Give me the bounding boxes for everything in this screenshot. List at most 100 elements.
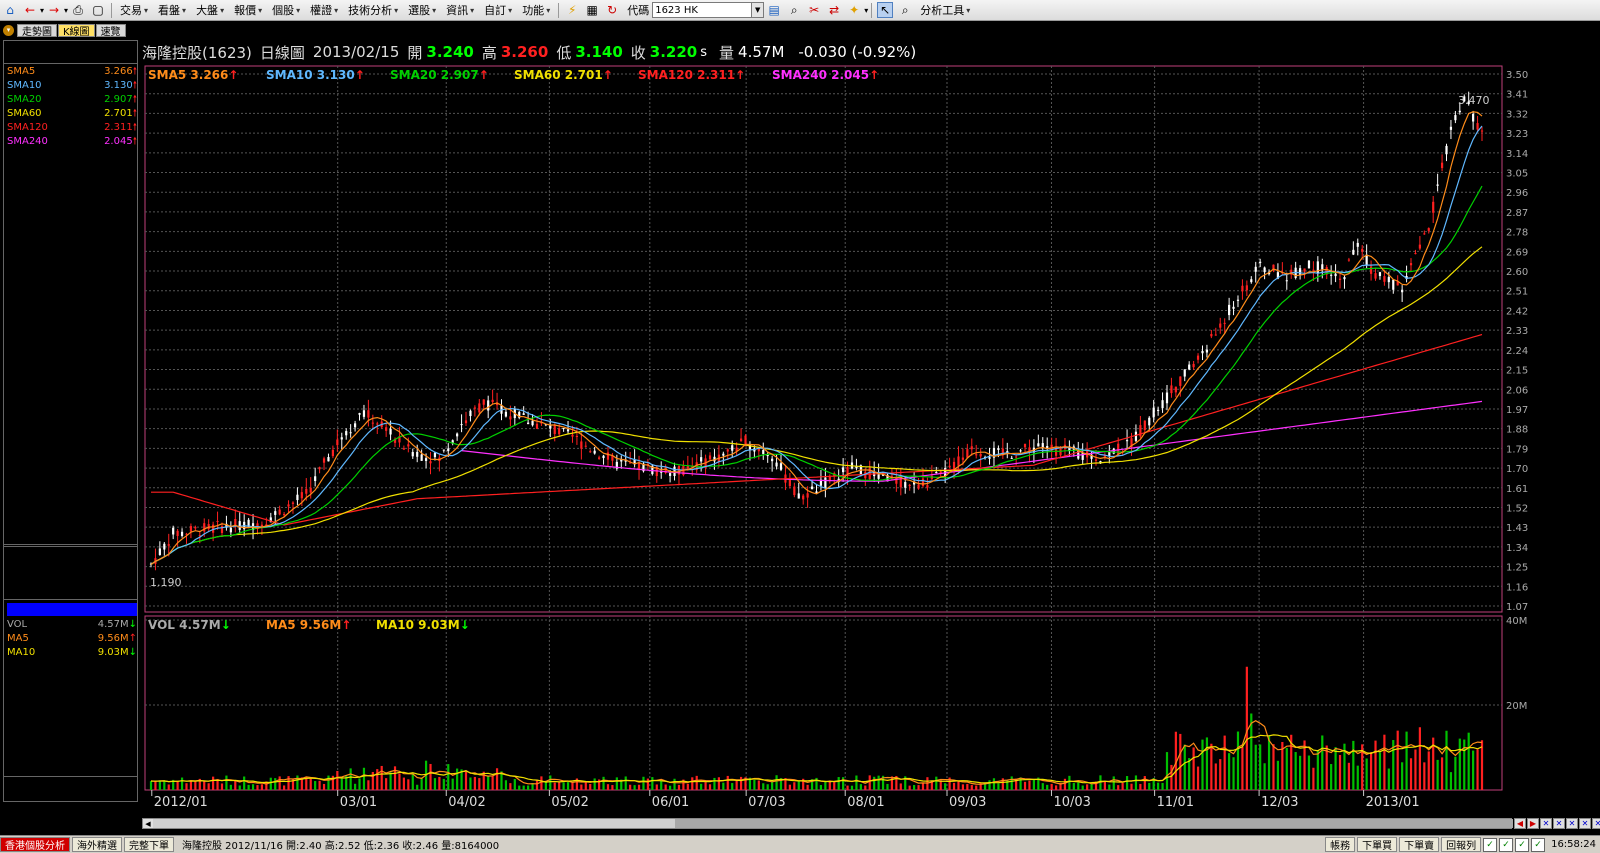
candle-body xyxy=(238,521,241,530)
candle-body xyxy=(726,449,729,452)
check-icon[interactable]: ✓ xyxy=(1483,837,1498,852)
vol-legend-name: MA5 xyxy=(266,618,296,632)
candle-body xyxy=(975,454,978,456)
volume-bar xyxy=(1316,750,1319,790)
candle-body xyxy=(176,530,179,536)
compress-icon[interactable]: ✕ xyxy=(1553,818,1565,829)
candle-body xyxy=(598,457,601,459)
candle-body xyxy=(700,457,703,462)
check-icon[interactable]: ✓ xyxy=(1515,837,1530,852)
arrow-down-icon: ↓ xyxy=(460,618,470,632)
candle-body xyxy=(447,448,450,452)
volume-bar xyxy=(868,775,871,790)
price-tick-label: 2.78 xyxy=(1506,228,1528,239)
zoom-out-icon[interactable]: ▶ xyxy=(1527,818,1539,829)
sma-legend-item: SMA60 2.701↑ xyxy=(514,68,613,82)
candle-body xyxy=(988,457,991,459)
sma-legend-value: 2.045 xyxy=(831,68,869,82)
volume-bar xyxy=(611,785,614,790)
candle-body xyxy=(1117,443,1120,455)
volume-bar xyxy=(944,783,947,790)
volume-bar xyxy=(739,776,743,790)
volume-bar xyxy=(988,780,991,790)
volume-bar xyxy=(1467,732,1470,790)
candle-body xyxy=(1183,369,1186,377)
candle-body xyxy=(1023,443,1027,448)
candle-body xyxy=(1059,448,1062,456)
tab-hk-stock-analysis[interactable]: 香港個股分析 xyxy=(0,837,70,852)
scroll-thumb[interactable] xyxy=(675,819,1513,828)
volume-bar xyxy=(1365,758,1368,790)
candle-body xyxy=(407,444,410,447)
volume-bar xyxy=(154,781,157,790)
volume-bar xyxy=(544,782,547,790)
volume-bar xyxy=(837,777,840,790)
price-tick-label: 1.07 xyxy=(1506,602,1528,613)
volume-bar xyxy=(1401,762,1404,790)
volume-bar xyxy=(269,777,272,790)
candle-body xyxy=(1365,254,1368,266)
volume-bar xyxy=(1387,768,1390,790)
candle-body xyxy=(158,548,161,555)
zoom-in-icon[interactable]: ◀ xyxy=(1514,818,1526,829)
volume-bar xyxy=(398,773,401,790)
candle-body xyxy=(491,399,494,402)
volume-bar xyxy=(553,782,556,790)
volume-bar xyxy=(1228,753,1231,790)
candle-body xyxy=(358,413,361,415)
candle-body xyxy=(1356,242,1359,247)
volume-panel-frame xyxy=(144,615,1503,791)
tab-overseas[interactable]: 海外精選 xyxy=(72,837,122,852)
volume-bar xyxy=(899,783,902,790)
volume-bar xyxy=(864,785,867,790)
candle-body xyxy=(1188,364,1191,370)
check-icon[interactable]: ✓ xyxy=(1499,837,1514,852)
candle-body xyxy=(1361,248,1364,252)
candle-body xyxy=(731,445,734,451)
candle-body xyxy=(371,422,374,424)
candle-body xyxy=(1392,279,1395,290)
candle-body xyxy=(349,432,352,434)
candle-body xyxy=(189,526,193,532)
volume-bar xyxy=(1134,775,1138,790)
order-buy-button[interactable]: 下單買 xyxy=(1357,837,1398,852)
volume-bar xyxy=(527,785,530,790)
check-icon[interactable]: ✓ xyxy=(1531,837,1546,852)
volume-bar xyxy=(385,778,388,790)
candle-body xyxy=(935,471,938,474)
order-sell-button[interactable]: 下單賣 xyxy=(1399,837,1440,852)
account-button[interactable]: 帳務 xyxy=(1325,837,1356,852)
volume-bar xyxy=(1170,764,1173,790)
price-chart[interactable]: 3.50 3.41 3.32 3.23 3.14 3.05 2.96 2.87 2.78 2.69… xyxy=(0,0,1600,853)
volume-bar xyxy=(1046,784,1049,790)
volume-bar xyxy=(1418,727,1421,790)
volume-bar xyxy=(1312,767,1315,790)
volume-bar xyxy=(1378,752,1382,790)
vol-legend-item: MA10 9.03M↓ xyxy=(376,618,470,632)
reset-zoom-icon[interactable]: ✕ xyxy=(1566,818,1578,829)
stretch-icon[interactable]: ✕ xyxy=(1540,818,1552,829)
tab-full-order[interactable]: 完整下單 xyxy=(124,837,174,852)
volume-bar xyxy=(775,775,778,790)
scroll-left-icon[interactable]: ◀ xyxy=(143,819,153,828)
volume-bar xyxy=(1072,782,1075,790)
volume-bar xyxy=(1214,763,1217,790)
volume-bar xyxy=(850,785,854,790)
arrow-up-icon: ↑ xyxy=(869,68,879,82)
volume-bar xyxy=(1028,780,1031,790)
fit-icon[interactable]: ✕ xyxy=(1579,818,1591,829)
sma-legend-item: SMA5 3.266↑ xyxy=(148,68,238,82)
candle-body xyxy=(1312,269,1315,271)
price-tick-label: 1.52 xyxy=(1506,503,1528,514)
chart-scrollbar[interactable]: ◀ xyxy=(142,818,1513,829)
return-list-button[interactable]: 回報列 xyxy=(1441,837,1482,852)
options-icon[interactable]: ✕ xyxy=(1592,818,1600,829)
candle-body xyxy=(970,446,973,450)
volume-bar xyxy=(469,777,472,790)
volume-bar xyxy=(349,768,352,790)
volume-bar xyxy=(1374,740,1377,790)
volume-bar xyxy=(637,784,641,790)
volume-bar xyxy=(1383,734,1386,790)
volume-bar xyxy=(1454,756,1457,790)
volume-bar xyxy=(1161,782,1164,790)
